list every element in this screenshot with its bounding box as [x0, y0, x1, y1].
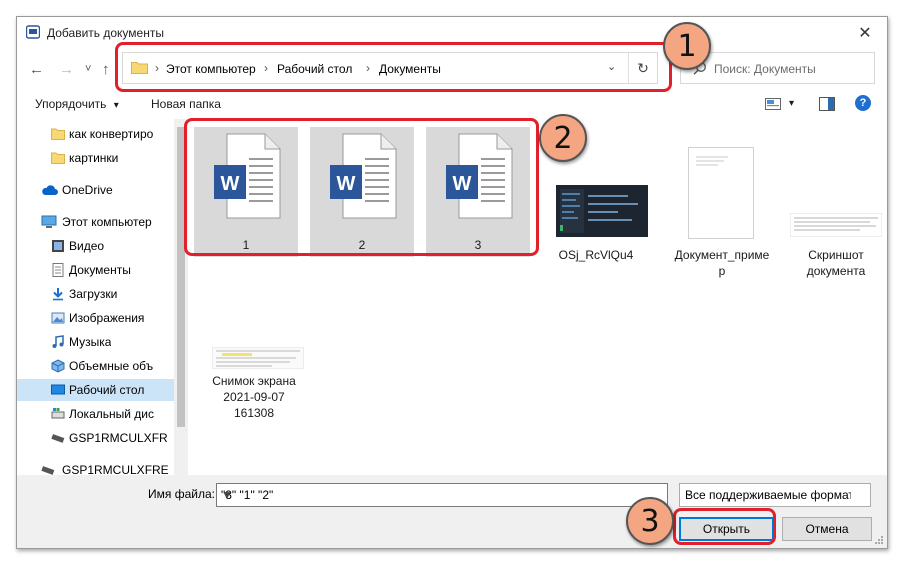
sidebar-item-label: GSP1RMCULXFR	[69, 431, 168, 445]
sidebar-item-label: Рабочий стол	[69, 383, 145, 397]
music-icon	[52, 335, 64, 348]
file-name: 2021-09-07	[223, 390, 285, 404]
file-item-screenshot-2021[interactable]: Снимок экрана 2021-09-07 161308	[199, 339, 309, 439]
sidebar-item-this-pc[interactable]: Этот компьютер	[17, 211, 174, 233]
window-title: Добавить документы	[47, 26, 164, 40]
sidebar-item-downloads[interactable]: Загрузки	[17, 283, 174, 305]
folder-icon	[51, 128, 65, 140]
cancel-button[interactable]: Отмена	[782, 517, 872, 541]
desktop-icon	[51, 384, 65, 395]
chevron-down-icon[interactable]: ▼	[221, 488, 663, 502]
sidebar-item-video[interactable]: Видео	[17, 235, 174, 257]
documents-icon	[52, 263, 64, 277]
search-input[interactable]: Поиск: Документы	[714, 62, 816, 76]
recent-locations-button[interactable]: ˅	[85, 63, 91, 75]
sidebar-item-label: Документы	[69, 263, 131, 277]
sidebar-item-kartinki[interactable]: картинки	[17, 147, 174, 169]
sidebar-item-label: Музыка	[69, 335, 112, 349]
close-icon: ✕	[858, 25, 872, 42]
file-name: документа	[806, 264, 866, 278]
sidebar-item-label: OneDrive	[62, 183, 113, 197]
step-badge-3: 3	[626, 497, 674, 545]
sidebar-item-label: картинки	[69, 151, 119, 165]
sidebar-item-label: Локальный дис	[69, 407, 154, 421]
chevron-down-icon: ⌄	[685, 488, 694, 499]
file-name: Документ_приме	[674, 248, 770, 262]
file-name: Скриншот	[808, 248, 864, 262]
navigation-pane: как конвертиро картинки OneDrive Этот ко…	[17, 119, 174, 477]
sidebar-item-local-disk[interactable]: Локальный дис	[17, 403, 174, 425]
step-badge-1: 1	[663, 22, 711, 70]
sidebar-item-label: как конвертиро	[69, 127, 154, 141]
sidebar-item-usb-drive[interactable]: GSP1RMCULXFR	[17, 427, 174, 449]
filename-field[interactable]: "3" "1" "2" ▼	[216, 483, 668, 507]
organize-label: Упорядочить	[35, 97, 107, 111]
drive-icon	[51, 408, 65, 419]
back-button[interactable]: ←	[29, 61, 44, 78]
folder-icon	[51, 152, 65, 164]
highlight-open-button	[673, 508, 776, 545]
usb-drive-icon	[51, 434, 65, 443]
new-folder-button[interactable]: Новая папка	[151, 97, 221, 111]
sidebar-item-label: Изображения	[69, 311, 145, 325]
computer-icon	[41, 215, 57, 228]
forward-button[interactable]: →	[59, 61, 74, 78]
sidebar-item-documents[interactable]: Документы	[17, 259, 174, 281]
close-button[interactable]: ✕	[843, 17, 887, 49]
sidebar-item-label: Загрузки	[69, 287, 118, 301]
step-badge-2: 2	[539, 114, 587, 162]
view-mode-icon[interactable]	[765, 98, 781, 110]
resize-grip-icon[interactable]	[873, 534, 883, 544]
sidebar-item-label: Этот компьютер	[62, 215, 152, 229]
sidebar-item-kak-konvertirovat[interactable]: как конвертиро	[17, 123, 174, 145]
file-type-filter[interactable]: Все поддерживаемые формат ⌄	[679, 483, 871, 507]
chevron-down-icon: ▾	[113, 100, 119, 111]
organize-menu[interactable]: Упорядочить ▾	[35, 97, 119, 111]
file-item-document-primer[interactable]: Документ_приме р	[667, 127, 777, 278]
cloud-icon	[42, 185, 58, 195]
video-icon	[52, 240, 64, 252]
sidebar-item-desktop[interactable]: Рабочий стол	[17, 379, 174, 401]
sidebar-item-music[interactable]: Музыка	[17, 331, 174, 353]
filename-label: Имя файла:	[148, 487, 215, 501]
screenshot-thumbnail	[212, 347, 304, 369]
downloads-icon	[53, 288, 63, 301]
highlight-selected-files	[184, 118, 539, 256]
file-name: 161308	[233, 406, 275, 420]
add-documents-dialog: Добавить документы ✕ ← → ˅ ↑ › Этот комп…	[16, 16, 888, 549]
up-button[interactable]: ↑	[102, 61, 110, 78]
preview-pane-icon[interactable]	[819, 97, 835, 111]
file-item-screenshot-document[interactable]: Скриншот документа	[781, 127, 887, 278]
sidebar-item-pictures[interactable]: Изображения	[17, 307, 174, 329]
view-options-dropdown[interactable]: ▾	[789, 98, 794, 109]
document-thumbnail	[790, 213, 882, 237]
sidebar-item-label: Объемные объ	[69, 359, 154, 373]
sidebar-item-label: Видео	[69, 239, 105, 253]
document-thumbnail	[688, 147, 754, 239]
highlight-address-bar	[115, 42, 672, 92]
file-name: Снимок экрана	[212, 374, 296, 388]
help-button[interactable]: ?	[855, 95, 871, 111]
file-name: OSj_RcVlQu4	[558, 248, 634, 262]
image-thumbnail	[556, 185, 648, 237]
3d-objects-icon	[51, 359, 65, 373]
file-name: р	[718, 264, 726, 278]
pictures-icon	[51, 312, 65, 324]
help-icon: ?	[859, 97, 867, 109]
sidebar-item-onedrive[interactable]: OneDrive	[17, 179, 174, 201]
sidebar-item-3d-objects[interactable]: Объемные объ	[17, 355, 174, 377]
search-box[interactable]: Поиск: Документы	[680, 52, 875, 84]
app-icon	[26, 25, 40, 39]
